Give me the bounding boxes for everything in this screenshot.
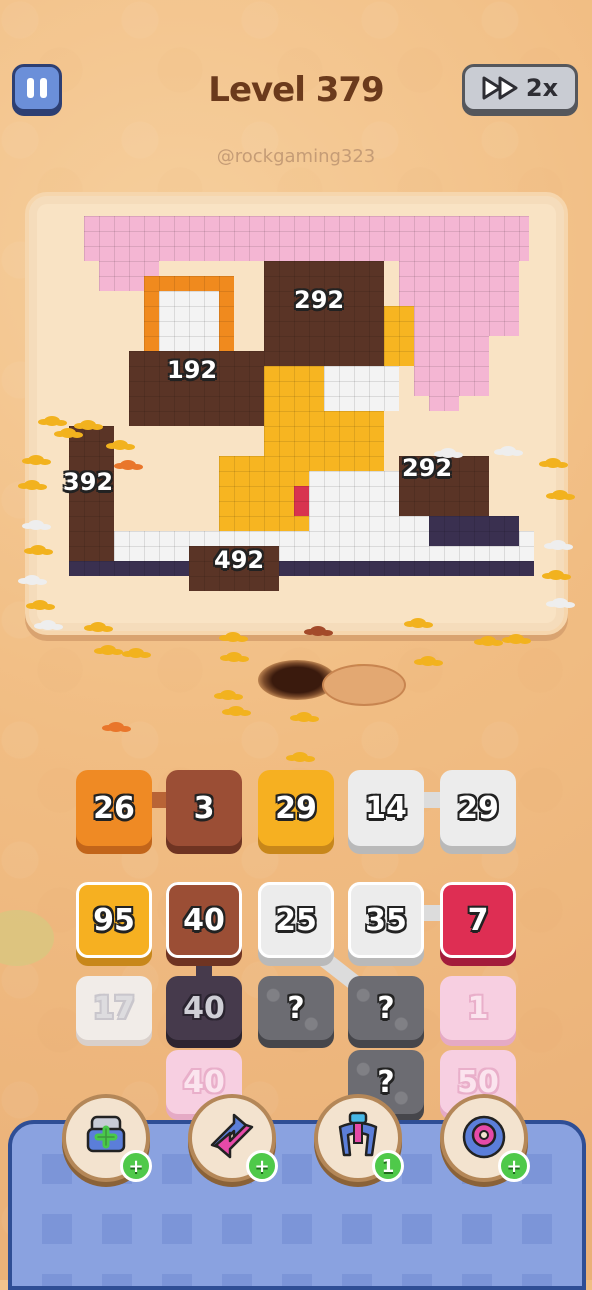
tile-row2-3[interactable]: 25 xyxy=(258,882,334,958)
tile-row2-5[interactable]: 7 xyxy=(440,882,516,958)
pink-drip xyxy=(84,216,529,261)
cream-top xyxy=(159,291,219,351)
tile-row1-5[interactable]: 29 xyxy=(440,770,516,846)
tile-row3-1: 17 xyxy=(76,976,152,1040)
tile-row1-1[interactable]: 26 xyxy=(76,770,152,846)
add-tile-badge: + xyxy=(120,1150,152,1182)
count-choc-top: 292 xyxy=(294,286,345,314)
tile-row2-1[interactable]: 95 xyxy=(76,882,152,958)
count-choc-left: 392 xyxy=(63,468,114,496)
count-choc-right: 292 xyxy=(402,454,453,482)
donut-booster[interactable]: + xyxy=(440,1094,530,1182)
fast-forward-icon xyxy=(482,75,522,101)
mystery-tile-row3-3: ? xyxy=(258,976,334,1040)
tile-row3-2: 40 xyxy=(166,976,242,1040)
add-tile-booster[interactable]: + xyxy=(62,1094,152,1182)
watermark: @rockgaming323 xyxy=(216,146,376,167)
mystery-tile-row3-4: ? xyxy=(348,976,424,1040)
magnet-booster[interactable]: 1 xyxy=(314,1094,404,1182)
tile-row2-2[interactable]: 40 xyxy=(166,882,242,958)
swap-badge: + xyxy=(246,1150,278,1182)
count-choc-left-top: 192 xyxy=(167,356,218,384)
tile-row2-4[interactable]: 35 xyxy=(348,882,424,958)
magnet-count-badge: 1 xyxy=(372,1150,404,1182)
pixel-art: 292 192 392 292 492 xyxy=(63,216,534,596)
tile-row3-5: 1 xyxy=(440,976,516,1040)
speed-label: 2x xyxy=(525,74,559,102)
donut-badge: + xyxy=(498,1150,530,1182)
speed-button[interactable]: 2x xyxy=(462,64,578,112)
navy-base xyxy=(69,561,534,576)
tile-row1-4[interactable]: 14 xyxy=(348,770,424,846)
puzzle-board: 292 192 392 292 492 xyxy=(25,192,568,635)
tile-row1-2[interactable]: 3 xyxy=(166,770,242,846)
tile-row1-3[interactable]: 29 xyxy=(258,770,334,846)
dirt-mound xyxy=(322,664,406,706)
swap-booster[interactable]: + xyxy=(188,1094,278,1182)
count-choc-bottom: 492 xyxy=(214,546,265,574)
